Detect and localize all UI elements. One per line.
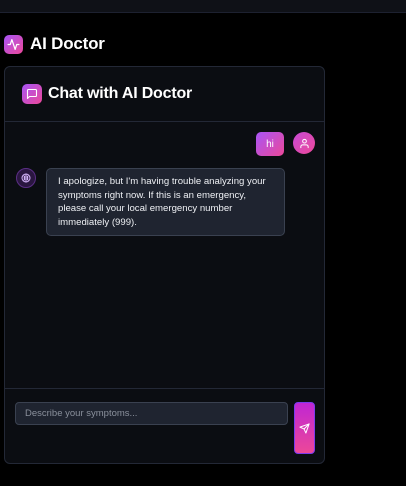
send-icon — [299, 422, 310, 434]
message-list[interactable]: hi I apologize, but I'm having trouble a… — [5, 122, 324, 388]
assistant-message-text: I apologize, but I'm having trouble anal… — [58, 176, 266, 228]
user-icon — [293, 132, 315, 154]
send-button[interactable] — [294, 402, 315, 454]
user-message: hi — [256, 132, 284, 156]
symptom-input[interactable] — [15, 402, 288, 425]
message-square-icon — [22, 84, 42, 104]
chat-title: Chat with AI Doctor — [48, 85, 193, 102]
brain-icon — [16, 168, 36, 188]
activity-icon — [4, 34, 23, 54]
assistant-message: I apologize, but I'm having trouble anal… — [46, 168, 285, 236]
top-bar — [0, 0, 406, 13]
user-message-text: hi — [266, 138, 274, 150]
app-header: AI Doctor — [4, 33, 105, 55]
chat-header: Chat with AI Doctor — [5, 67, 324, 122]
composer — [5, 388, 324, 463]
chat-panel: Chat with AI Doctor hi I apologize, but … — [4, 66, 325, 464]
app-title: AI Doctor — [30, 34, 105, 53]
